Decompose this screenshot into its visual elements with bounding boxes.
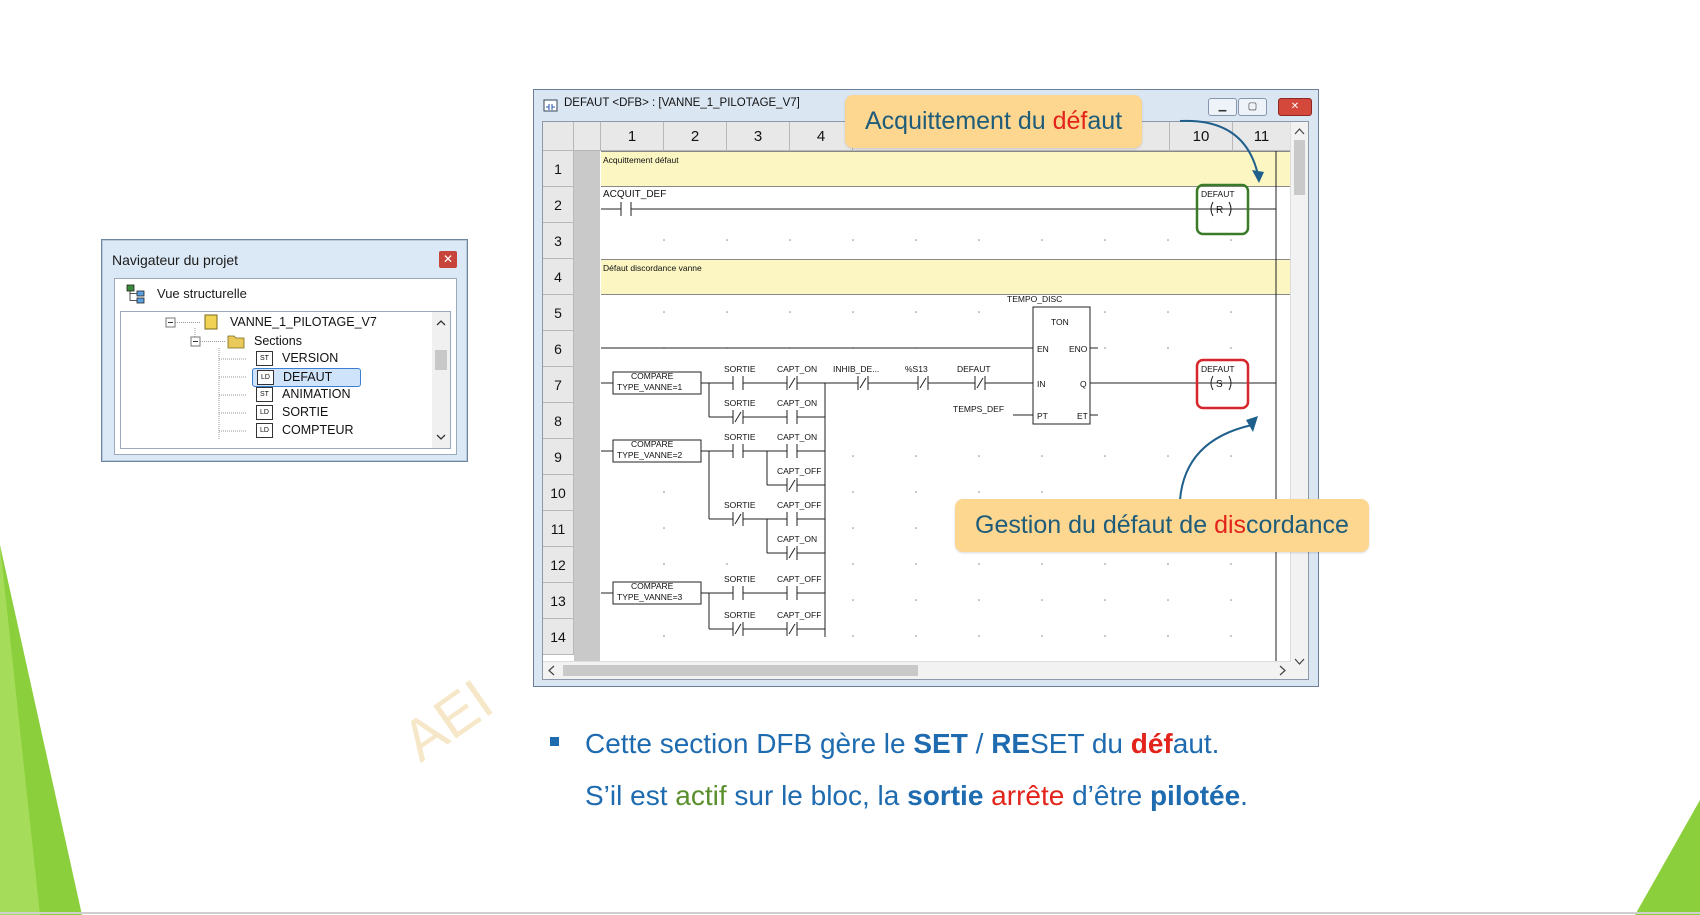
callout-discordance: Gestion du défaut de discordance [955, 499, 1369, 552]
callout-acquittement: Acquittement du défaut [845, 95, 1143, 148]
bullet-line-1: Cette section DFB gère le SET / RESET du… [550, 718, 1248, 770]
slide-text: Cette section DFB gère le SET / RESET du… [550, 718, 1248, 822]
bullet-square-icon [550, 737, 559, 747]
bullet-line-2: S’il est actif sur le bloc, la sortie ar… [585, 780, 1248, 811]
